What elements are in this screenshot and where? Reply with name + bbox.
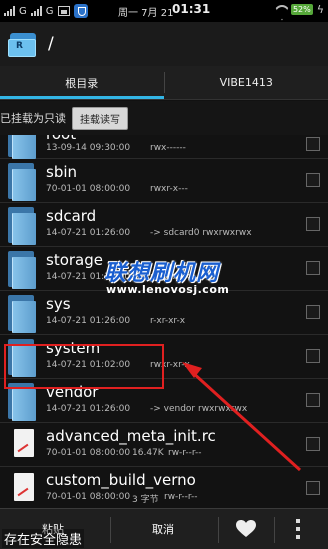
file-permissions: r-xr-xr-x — [150, 316, 186, 326]
file-name: storage — [46, 251, 103, 269]
charging-icon: ϟ — [316, 3, 324, 16]
wifi-icon — [273, 4, 287, 16]
file-list[interactable]: root 13-09-14 09:30:00 rwx------ sbin 70… — [0, 135, 328, 508]
bottom-divider — [110, 517, 111, 543]
file-permissions: rwxr-x--- — [150, 184, 188, 194]
file-name: root — [46, 135, 76, 143]
overlay-caption: 存在安全隐患 — [2, 529, 85, 548]
file-date: 14-07-21 01:26:00 — [46, 316, 131, 326]
list-item[interactable]: sys 14-07-21 01:26:00 r-xr-xr-x — [0, 291, 328, 335]
list-item[interactable]: sdcard 14-07-21 01:26:00 -> sdcard0 rwxr… — [0, 203, 328, 247]
file-date: 13-09-14 09:30:00 — [46, 143, 131, 153]
tab-root-directory[interactable]: 根目录 — [0, 66, 164, 99]
overflow-menu-icon[interactable] — [296, 519, 300, 539]
tab-bar: 根目录 VIBE1413 — [0, 66, 328, 100]
carrier-label-1: G — [19, 5, 27, 17]
folder-icon — [6, 251, 36, 289]
current-path: / — [48, 34, 54, 54]
bottom-divider — [274, 517, 275, 543]
folder-icon — [6, 163, 36, 201]
cancel-button[interactable]: 取消 — [152, 521, 174, 537]
select-checkbox[interactable] — [306, 349, 320, 363]
security-shield-icon — [73, 4, 88, 18]
status-bar: G G 周一 7月 21 01:31 52% ϟ — [0, 0, 328, 22]
status-time: 01:31 — [172, 2, 211, 16]
mount-bar: 已挂载为只读 挂载读写 — [0, 101, 328, 135]
file-permissions: -> sdcard0 rwxrwxrwx — [150, 228, 252, 238]
file-permissions: rw-r--r-- — [164, 492, 198, 502]
list-item[interactable]: custom_build_verno 70-01-01 08:00:00 3 字… — [0, 467, 328, 508]
folder-icon — [6, 207, 36, 245]
file-name: sdcard — [46, 207, 97, 225]
signal-icon-2 — [30, 6, 42, 16]
file-date: 70-01-01 08:00:00 — [46, 184, 131, 194]
signal-icon — [4, 6, 15, 16]
file-name: sbin — [46, 163, 78, 181]
battery-indicator: 52% — [290, 4, 313, 15]
mount-status-text: 已挂载为只读 — [0, 112, 66, 125]
bottom-divider — [218, 517, 219, 543]
file-icon — [6, 427, 36, 465]
file-date: 70-01-01 08:00:00 — [46, 448, 131, 458]
mount-read-write-button[interactable]: 挂载读写 — [72, 106, 128, 130]
tab-vibe1413[interactable]: VIBE1413 — [165, 66, 328, 99]
select-checkbox[interactable] — [306, 481, 320, 495]
file-date: 14-07-21 01:26:00 — [46, 228, 131, 238]
highlight-box-system — [4, 344, 164, 389]
file-date: 14-07-21 01:26:00 — [46, 404, 131, 414]
file-name: sys — [46, 295, 71, 313]
file-permissions: -> vendor rwxrwxrwx — [150, 404, 248, 414]
favorite-heart-icon[interactable] — [236, 520, 256, 538]
select-checkbox[interactable] — [306, 261, 320, 275]
select-checkbox[interactable] — [306, 393, 320, 407]
list-item[interactable]: root 13-09-14 09:30:00 rwx------ — [0, 135, 328, 159]
file-size: 16.47K — [132, 448, 164, 458]
file-date: 70-01-01 08:00:00 — [46, 492, 131, 502]
action-bar: R / — [0, 22, 328, 66]
file-icon — [6, 471, 36, 508]
file-name: custom_build_verno — [46, 471, 196, 489]
file-permissions: rw-r--r-- — [168, 448, 202, 458]
folder-icon — [6, 135, 36, 159]
status-date: 周一 7月 21 — [118, 8, 174, 19]
file-permissions: rwx------ — [150, 143, 186, 153]
watermark-url: www.lenovosj.com — [106, 283, 230, 296]
select-checkbox[interactable] — [306, 137, 320, 151]
tab-label: VIBE1413 — [219, 76, 273, 89]
list-item[interactable]: advanced_meta_init.rc 70-01-01 08:00:00 … — [0, 423, 328, 467]
folder-icon — [6, 295, 36, 333]
picture-notification-icon — [57, 6, 70, 16]
select-checkbox[interactable] — [306, 173, 320, 187]
tab-label: 根目录 — [65, 76, 99, 90]
select-checkbox[interactable] — [306, 437, 320, 451]
root-explorer-app-icon[interactable]: R — [8, 29, 38, 59]
list-item[interactable]: sbin 70-01-01 08:00:00 rwxr-x--- — [0, 159, 328, 203]
select-checkbox[interactable] — [306, 217, 320, 231]
select-checkbox[interactable] — [306, 305, 320, 319]
file-name: advanced_meta_init.rc — [46, 427, 216, 445]
carrier-label-2: G — [45, 5, 54, 17]
file-size: 3 字节 — [132, 495, 159, 505]
